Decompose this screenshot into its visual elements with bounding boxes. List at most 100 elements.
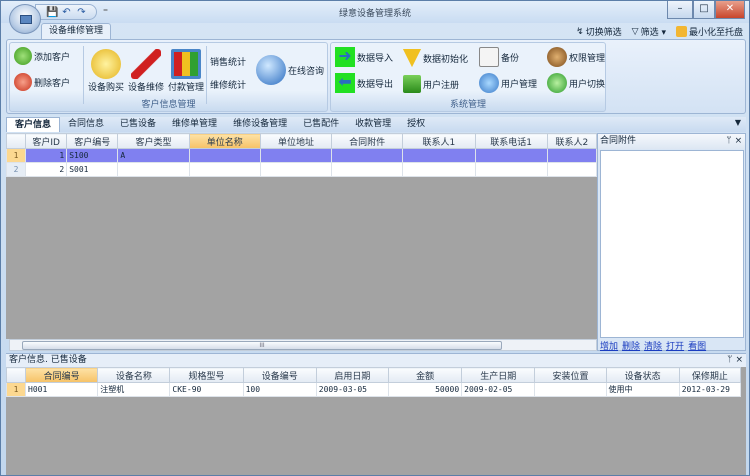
table-cell[interactable]: 2 [25, 162, 68, 177]
sales-stats-button[interactable]: 销售统计 [210, 55, 246, 68]
column-header[interactable]: 金额 [387, 367, 463, 383]
row-indicator[interactable]: 2 [5, 162, 27, 177]
column-header[interactable]: 客户类型 [117, 133, 190, 149]
column-header[interactable]: 启用日期 [315, 367, 389, 383]
attachment-link-3[interactable]: 打开 [666, 339, 684, 352]
tabs-dropdown-icon[interactable]: ▼ [735, 118, 741, 127]
table-cell[interactable] [534, 382, 607, 397]
table-cell[interactable]: CKE-90 [169, 382, 244, 397]
table-cell[interactable] [259, 148, 333, 163]
table-row[interactable]: 2 2 S001 [5, 162, 598, 177]
user-management-button[interactable]: 用户管理 [479, 73, 537, 93]
attachment-link-1[interactable]: 删除 [622, 339, 640, 352]
select-all-corner[interactable] [5, 367, 27, 383]
table-cell[interactable]: 2009-02-05 [461, 382, 536, 397]
column-header[interactable]: 设备名称 [97, 367, 171, 383]
row-indicator[interactable]: 1 [5, 382, 27, 397]
maximize-button[interactable]: □ [693, 1, 715, 19]
table-cell[interactable]: 100 [242, 382, 317, 397]
table-cell[interactable]: 2009-03-05 [315, 382, 389, 397]
scrollbar-thumb[interactable]: III [22, 341, 502, 350]
data-import-button[interactable]: ➜ 数据导入 [335, 47, 393, 67]
repair-stats-button[interactable]: 维修统计 [210, 78, 246, 91]
attachment-link-0[interactable]: 增加 [600, 339, 618, 352]
tab-1[interactable]: 合同信息 [60, 117, 112, 132]
save-icon[interactable]: 💾 [46, 7, 58, 18]
column-header[interactable]: 客户编号 [66, 133, 119, 149]
column-header[interactable]: 设备状态 [605, 367, 680, 383]
attachment-link-2[interactable]: 清除 [644, 339, 662, 352]
equipment-purchase-button[interactable]: 设备购买 [88, 49, 124, 93]
switch-user-button[interactable]: 用户切换 [547, 73, 605, 93]
tab-2[interactable]: 已售设备 [112, 117, 164, 132]
table-cell[interactable] [188, 148, 261, 163]
attachment-list[interactable] [600, 150, 744, 338]
tab-3[interactable]: 维修单管理 [164, 117, 225, 132]
data-init-button[interactable]: 数据初始化 [403, 49, 468, 67]
data-export-button[interactable]: ⬅ 数据导出 [335, 73, 393, 93]
column-header[interactable]: 生产日期 [461, 367, 536, 383]
backup-button[interactable]: 备份 [479, 47, 537, 67]
table-cell[interactable] [546, 162, 598, 177]
customize-icon[interactable]: ⁼ [100, 7, 111, 18]
ribbon-tab-equipment-repair[interactable]: 设备维修管理 [41, 23, 111, 40]
table-cell[interactable] [474, 162, 548, 177]
table-cell[interactable]: A [117, 148, 190, 163]
tab-0[interactable]: 客户信息 [6, 117, 61, 132]
filter-button[interactable]: ▽ 筛选 ▾ [632, 25, 666, 39]
table-cell[interactable]: 使用中 [605, 382, 680, 397]
online-consult-button[interactable]: 在线咨询 [256, 55, 324, 85]
table-cell[interactable] [188, 162, 261, 177]
select-all-corner[interactable] [5, 133, 27, 149]
toggle-filter-button[interactable]: ↯ 切换筛选 [576, 25, 622, 39]
equipment-repair-button[interactable]: 设备维修 [128, 49, 164, 93]
table-row[interactable]: 1 1 S100 A [5, 148, 598, 163]
pin-icon[interactable]: ᛘ [726, 136, 731, 146]
table-cell[interactable] [546, 148, 598, 163]
column-header[interactable]: 规格型号 [169, 367, 244, 383]
table-cell[interactable]: 1 [25, 148, 68, 163]
tab-6[interactable]: 收款管理 [347, 117, 399, 132]
table-cell[interactable]: 50000 [387, 382, 463, 397]
horizontal-scrollbar[interactable]: III [9, 339, 597, 351]
table-cell[interactable] [402, 148, 476, 163]
column-header[interactable]: 合同编号 [25, 367, 99, 383]
column-header[interactable]: 单位地址 [259, 133, 333, 149]
column-header[interactable]: 客户ID [25, 133, 68, 149]
table-row[interactable]: 1 H001 注塑机 CKE-90 100 2009-03-05 50000 2009-02-… [5, 382, 742, 397]
application-menu-button[interactable] [9, 4, 41, 34]
close-button[interactable]: ✕ [715, 1, 745, 19]
user-register-button[interactable]: 用户注册 [403, 75, 468, 93]
tab-7[interactable]: 授权 [399, 117, 433, 132]
table-cell[interactable]: S001 [66, 162, 119, 177]
table-cell[interactable] [259, 162, 333, 177]
table-cell[interactable] [474, 148, 548, 163]
column-header[interactable]: 联系电话1 [474, 133, 548, 149]
table-cell[interactable]: H001 [25, 382, 99, 397]
minimize-button[interactable]: – [667, 1, 693, 19]
undo-icon[interactable]: ↶ [61, 7, 72, 18]
table-cell[interactable] [402, 162, 476, 177]
tab-5[interactable]: 已售配件 [295, 117, 347, 132]
table-cell[interactable]: S100 [66, 148, 119, 163]
column-header[interactable]: 单位名称 [188, 133, 261, 149]
minimize-to-tray-button[interactable]: 最小化至托盘 [675, 25, 743, 38]
table-cell[interactable] [117, 162, 190, 177]
tab-4[interactable]: 维修设备管理 [225, 117, 295, 132]
table-cell[interactable]: 注塑机 [97, 382, 171, 397]
close-icon[interactable]: × [735, 136, 743, 146]
table-cell[interactable] [331, 148, 404, 163]
column-header[interactable]: 合同附件 [331, 133, 404, 149]
add-customer-button[interactable]: 添加客户 [14, 47, 70, 65]
permission-button[interactable]: 权限管理 [547, 47, 605, 67]
column-header[interactable]: 安装位置 [534, 367, 607, 383]
column-header[interactable]: 保修期止 [678, 367, 742, 383]
column-header[interactable]: 设备编号 [242, 367, 317, 383]
attachment-link-4[interactable]: 看图 [688, 339, 706, 352]
pin-icon[interactable]: ᛘ [727, 355, 732, 365]
payment-management-button[interactable]: 付款管理 [168, 49, 204, 93]
delete-customer-button[interactable]: 删除客户 [14, 73, 70, 91]
row-indicator[interactable]: 1 [5, 148, 27, 163]
redo-icon[interactable]: ↷ [76, 7, 87, 18]
column-header[interactable]: 联系人1 [402, 133, 476, 149]
